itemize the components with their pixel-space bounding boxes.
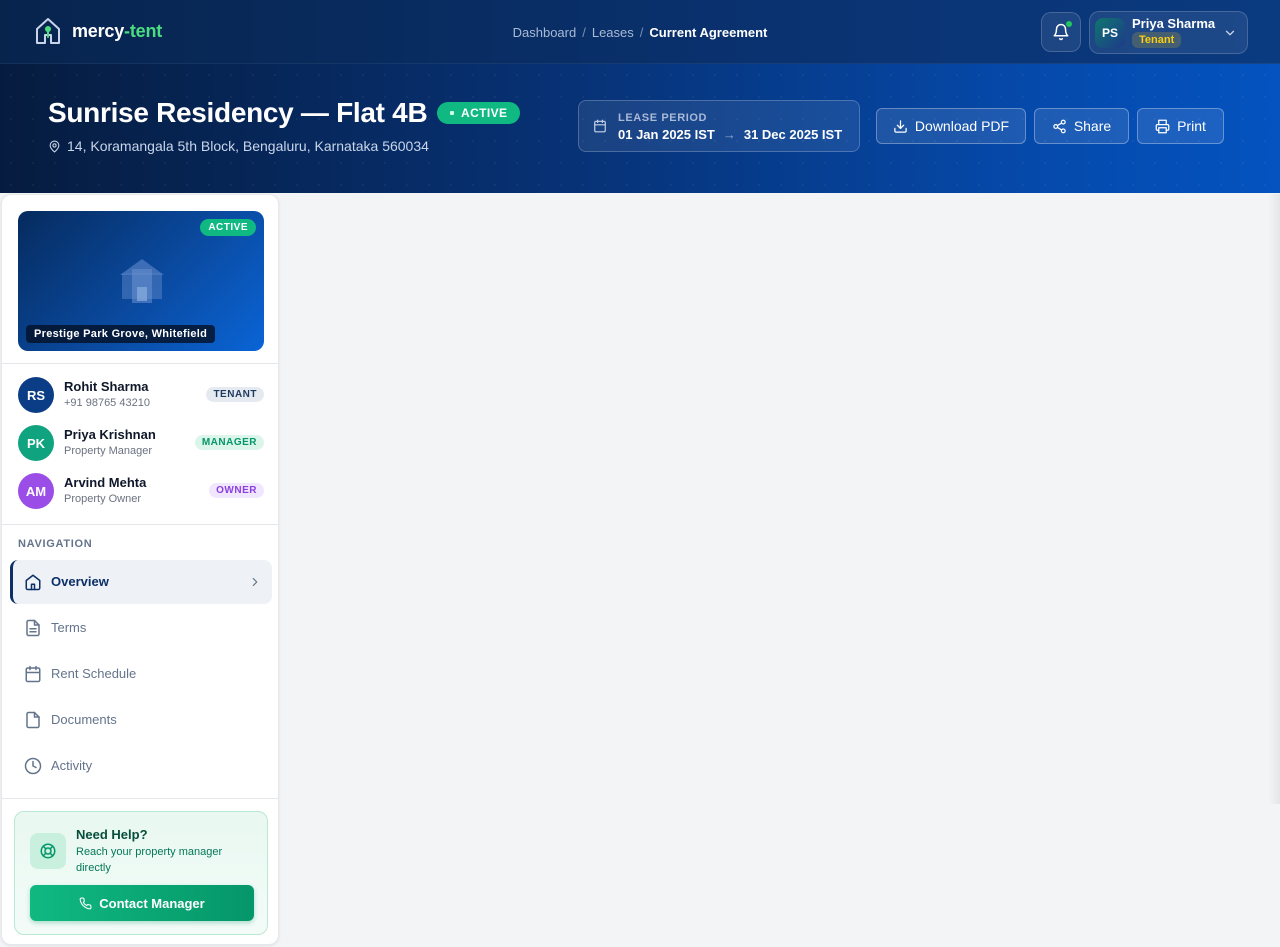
- nav-item-label: Overview: [51, 574, 109, 589]
- person-manager[interactable]: PK Priya Krishnan Property Manager MANAG…: [18, 425, 264, 463]
- divider: [2, 524, 278, 525]
- nav-item-label: Activity: [51, 758, 93, 773]
- notification-dot: [1066, 21, 1072, 27]
- breadcrumb-current: Current Agreement: [649, 25, 768, 40]
- phone-icon: [79, 897, 92, 909]
- lease-dates: 01 Jan 2025 IST → 31 Dec 2025 IST: [618, 127, 842, 142]
- property-status-badge: ACTIVE: [200, 219, 256, 236]
- page-title: Sunrise Residency — Flat 4B: [48, 97, 428, 128]
- property-name: Prestige Park Grove, Whitefield: [26, 325, 216, 343]
- breadcrumb-dashboard[interactable]: Dashboard: [513, 25, 577, 40]
- arrow-right-icon: →: [722, 127, 736, 142]
- lease-end: 31 Dec 2025 IST: [743, 127, 843, 142]
- building-icon: [120, 259, 164, 303]
- printer-icon: [1155, 119, 1170, 133]
- map-pin-icon: [49, 140, 60, 152]
- help-card: Need Help? Reach your property manager d…: [14, 811, 268, 935]
- address-text: 14, Koramangala 5th Block, Bengaluru, Ka…: [67, 138, 429, 154]
- contact-manager-button[interactable]: Contact Manager: [30, 885, 254, 921]
- download-icon: [894, 119, 907, 133]
- nav-item-label: Terms: [51, 620, 87, 635]
- avatar: AM: [18, 473, 54, 509]
- nav-item-label: Documents: [51, 712, 117, 727]
- avatar: PK: [18, 425, 54, 461]
- help-subtitle: Reach your property manager directly: [76, 846, 223, 874]
- property-address: 14, Koramangala 5th Block, Bengaluru, Ka…: [48, 138, 429, 154]
- print-button[interactable]: Print: [1137, 108, 1224, 144]
- role-badge-tenant: TENANT: [206, 387, 264, 402]
- divider: [2, 363, 278, 364]
- lease-sidebar: ACTIVE Prestige Park Grove, Whitefield R…: [1, 194, 279, 945]
- lease-period: LEASE PERIOD 01 Jan 2025 IST → 31 Dec 2025…: [578, 100, 860, 152]
- contact-manager-label: Contact Manager: [99, 895, 205, 911]
- person-phone: +91 98765 43210: [64, 397, 150, 409]
- avatar: PS: [1095, 18, 1125, 48]
- person-name: Rohit Sharma: [64, 379, 149, 394]
- nav-item-terms[interactable]: Terms: [10, 606, 272, 650]
- home-icon: [25, 574, 41, 591]
- share-icon: [1053, 119, 1066, 133]
- lifebuoy-icon: [30, 833, 66, 869]
- clock-icon: [24, 757, 42, 775]
- calendar-icon: [594, 119, 606, 133]
- nav-item-label: Rent Schedule: [51, 666, 137, 681]
- nav-item-activity[interactable]: Activity: [10, 744, 272, 788]
- divider: [2, 798, 278, 799]
- top-bar: mercy-tent Dashboard / Leases / Current Agre…: [0, 0, 1280, 64]
- nav-section-label: NAVIGATION: [18, 538, 93, 550]
- chevron-down-icon: [1225, 30, 1235, 36]
- person-role: Property Owner: [64, 493, 142, 505]
- breadcrumb-separator: /: [582, 25, 586, 40]
- file-text-icon: [26, 619, 40, 637]
- share-button[interactable]: Share: [1034, 108, 1129, 144]
- avatar: RS: [18, 377, 54, 413]
- download-pdf-label: Download PDF: [914, 118, 1010, 134]
- user-name: Priya Sharma: [1132, 16, 1216, 31]
- person-tenant[interactable]: RS Rohit Sharma +91 98765 43210 TENANT: [18, 377, 264, 415]
- print-label: Print: [1177, 118, 1206, 134]
- lease-start: 01 Jan 2025 IST: [618, 127, 715, 142]
- user-role-badge: Tenant: [1132, 32, 1182, 48]
- breadcrumb-leases[interactable]: Leases: [592, 25, 634, 40]
- lease-hero: Sunrise Residency — Flat 4B ACTIVE 14, K…: [0, 64, 1280, 193]
- role-badge-owner: OWNER: [209, 483, 264, 498]
- nav-item-rent-schedule[interactable]: Rent Schedule: [10, 652, 272, 696]
- person-role: Property Manager: [64, 445, 153, 457]
- breadcrumb-separator: /: [639, 25, 644, 40]
- content-edge-shadow: [1268, 194, 1280, 804]
- download-pdf-button[interactable]: Download PDF: [876, 108, 1026, 144]
- person-owner[interactable]: AM Arvind Mehta Property Owner OWNER: [18, 473, 264, 511]
- nav-item-documents[interactable]: Documents: [10, 698, 272, 742]
- nav-item-overview[interactable]: Overview: [10, 560, 272, 604]
- property-card[interactable]: ACTIVE Prestige Park Grove, Whitefield: [18, 211, 264, 351]
- lease-period-label: LEASE PERIOD: [618, 112, 708, 124]
- share-label: Share: [1073, 118, 1112, 134]
- file-icon: [26, 711, 40, 729]
- chevron-right-icon: [252, 577, 258, 587]
- help-title: Need Help?: [76, 827, 148, 842]
- user-menu[interactable]: PS Priya Sharma Tenant: [1089, 11, 1248, 54]
- notifications-button[interactable]: [1041, 12, 1081, 52]
- person-name: Arvind Mehta: [64, 475, 147, 490]
- breadcrumb: Dashboard / Leases / Current Agreement: [0, 25, 1280, 40]
- role-badge-manager: MANAGER: [194, 435, 264, 450]
- calendar-icon: [25, 665, 41, 683]
- person-name: Priya Krishnan: [64, 427, 156, 442]
- status-badge: ACTIVE: [437, 102, 521, 124]
